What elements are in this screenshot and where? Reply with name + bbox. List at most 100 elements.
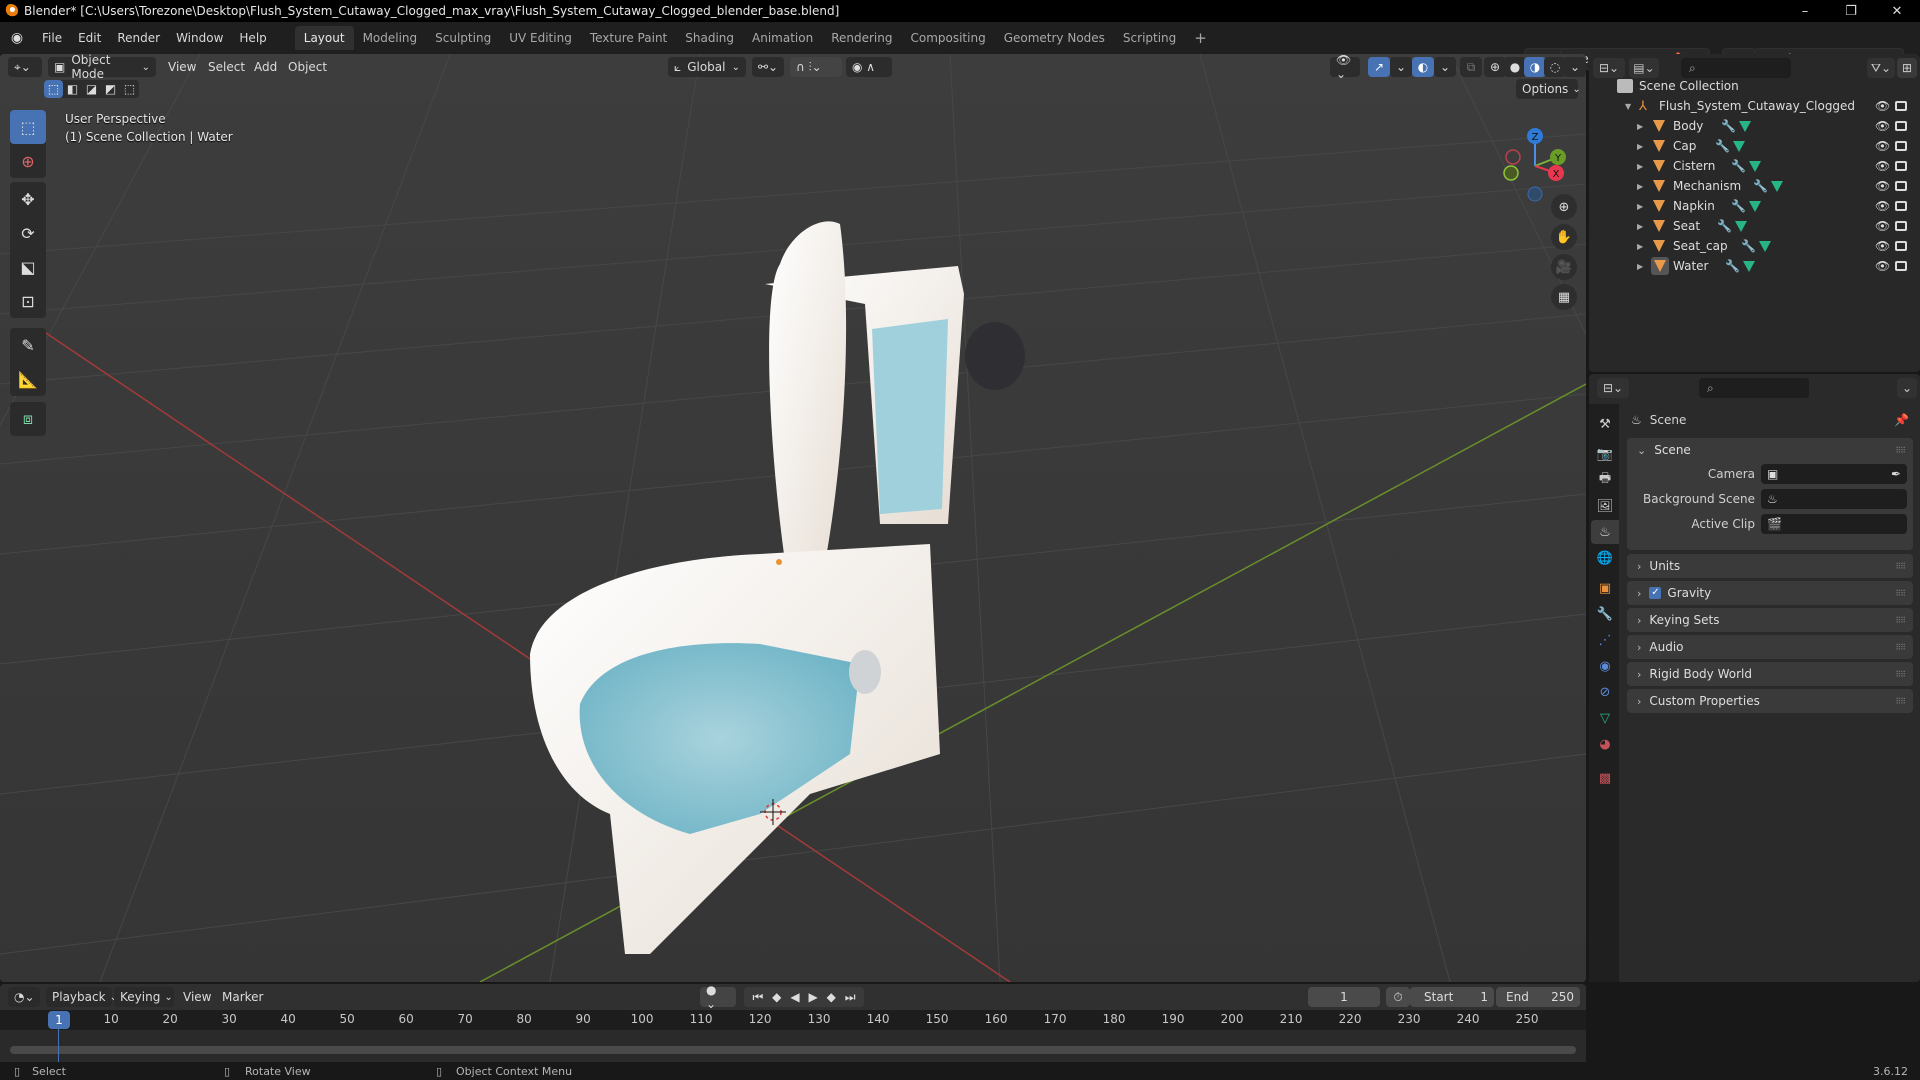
modifier-icon[interactable]: 🔧 <box>1725 259 1740 273</box>
mode-selector[interactable]: ▣ Object Mode ⌄ <box>48 54 156 81</box>
modifier-icon[interactable]: 🔧 <box>1741 239 1756 253</box>
keying-sets-panel[interactable]: › Keying Sets ⠿⠿ <box>1627 608 1913 632</box>
tab-animation[interactable]: Animation <box>743 26 822 50</box>
expand-icon[interactable]: ▼ <box>1625 102 1631 111</box>
scene-collection-row[interactable]: Scene Collection <box>1589 76 1920 96</box>
active-clip-field[interactable]: 🎬 <box>1761 514 1907 534</box>
menu-window[interactable]: Window <box>168 27 231 49</box>
zoom-view-icon[interactable]: ⊕ <box>1551 194 1577 220</box>
tool-tab-icon[interactable]: ⚒ <box>1593 412 1617 436</box>
add-workspace-button[interactable]: + <box>1185 26 1216 50</box>
select-new-icon[interactable]: ⬚ <box>44 80 63 98</box>
tab-shading[interactable]: Shading <box>676 26 743 50</box>
eye-icon[interactable]: 👁 <box>1875 99 1890 113</box>
drag-handle-icon[interactable]: ⠿⠿ <box>1895 643 1906 652</box>
properties-editor-type[interactable]: ⊟⌄ <box>1597 378 1629 398</box>
prev-keyframe-icon[interactable]: ◆ <box>772 990 781 1004</box>
audio-panel[interactable]: › Audio ⠿⠿ <box>1627 635 1913 659</box>
end-frame-field[interactable]: End 250 <box>1496 987 1580 1007</box>
drag-handle-icon[interactable]: ⠿⠿ <box>1895 562 1906 571</box>
xray-toggle[interactable]: ⧉ <box>1460 57 1482 77</box>
tab-texture-paint[interactable]: Texture Paint <box>581 26 676 50</box>
eye-icon[interactable]: 👁 <box>1875 139 1890 153</box>
data-tab-icon[interactable]: ▽ <box>1593 706 1617 730</box>
move-tool-icon[interactable]: ✥ <box>10 182 46 216</box>
tab-uv-editing[interactable]: UV Editing <box>500 26 581 50</box>
expand-icon[interactable]: ▶ <box>1637 242 1643 251</box>
gizmo-dropdown[interactable]: ⌄ <box>1390 57 1412 77</box>
expand-icon[interactable]: ▶ <box>1637 162 1643 171</box>
editor-type-button[interactable]: ⌖⌄ <box>8 57 42 77</box>
eye-icon[interactable]: 👁 <box>1875 199 1890 213</box>
camera-icon[interactable] <box>1895 261 1907 271</box>
proportional-editing-button[interactable]: ◉ ∧ <box>846 57 892 77</box>
select-intersect-icon[interactable]: ⬚ <box>120 80 139 98</box>
blender-menu-icon[interactable]: ◉ <box>0 30 34 46</box>
gizmo-toggle[interactable]: ↗ <box>1368 57 1390 77</box>
outliner-search-input[interactable]: ⌕ <box>1681 58 1791 78</box>
snap-toggle[interactable]: ∩ ⫶⌄ <box>790 57 842 77</box>
particles-tab-icon[interactable]: ⋰ <box>1593 628 1617 652</box>
timeline-editor-type[interactable]: ◔⌄ <box>8 987 40 1007</box>
eye-icon[interactable]: 👁 <box>1875 259 1890 273</box>
menu-render[interactable]: Render <box>109 27 168 49</box>
shading-dropdown[interactable]: ⌄ <box>1564 57 1586 77</box>
wireframe-shading-button[interactable]: ⊕ <box>1484 57 1506 77</box>
navigation-gizmo[interactable]: Z Y X <box>1496 114 1576 204</box>
maximize-button[interactable]: ❐ <box>1828 0 1874 22</box>
modifier-icon[interactable]: 🔧 <box>1731 159 1746 173</box>
eye-icon[interactable]: 👁 <box>1875 159 1890 173</box>
auto-keying-toggle[interactable]: ● ⌄ <box>700 983 736 1011</box>
custom-properties-panel[interactable]: › Custom Properties ⠿⠿ <box>1627 689 1913 713</box>
timeline-body[interactable] <box>0 1030 1586 1062</box>
tab-rendering[interactable]: Rendering <box>822 26 901 50</box>
eye-icon[interactable]: 👁 <box>1875 179 1890 193</box>
outliner-item[interactable]: ▶ Seat 🔧 👁 <box>1589 216 1920 236</box>
menu-add[interactable]: Add <box>254 57 277 77</box>
3d-viewport[interactable]: ⌖⌄ ▣ Object Mode ⌄ View Select Add Objec… <box>0 54 1586 982</box>
eye-icon[interactable]: 👁 <box>1875 219 1890 233</box>
material-preview-button[interactable]: ◑ <box>1524 57 1546 77</box>
outliner-item[interactable]: ▶ Cistern 🔧 👁 <box>1589 156 1920 176</box>
drag-handle-icon[interactable]: ⠿⠿ <box>1895 697 1906 706</box>
expand-icon[interactable]: ▶ <box>1637 142 1643 151</box>
camera-icon[interactable] <box>1895 181 1907 191</box>
drag-handle-icon[interactable]: ⠿⠿ <box>1895 446 1906 455</box>
add-cube-tool-icon[interactable]: ⧈ <box>10 402 46 436</box>
mesh-data-icon[interactable] <box>1735 220 1747 232</box>
play-icon[interactable]: ▶ <box>808 990 817 1004</box>
mesh-data-icon[interactable] <box>1749 160 1761 172</box>
collection-row[interactable]: ▼ ⅄ Flush_System_Cutaway_Clogged 👁 <box>1589 96 1920 116</box>
toggle-ortho-icon[interactable]: ▦ <box>1551 284 1577 310</box>
jump-end-icon[interactable]: ⏭ <box>845 990 856 1005</box>
render-tab-icon[interactable]: 📷 <box>1593 442 1617 466</box>
rotate-tool-icon[interactable]: ⟳ <box>10 216 46 250</box>
camera-icon[interactable] <box>1895 241 1907 251</box>
expand-icon[interactable]: ▶ <box>1637 202 1643 211</box>
outliner-item[interactable]: ▶ Mechanism 🔧 👁 <box>1589 176 1920 196</box>
menu-object[interactable]: Object <box>288 57 327 77</box>
properties-options-dropdown[interactable]: ⌄ <box>1897 378 1917 398</box>
camera-icon[interactable] <box>1895 141 1907 151</box>
select-box-tool-icon[interactable]: ⬚ <box>10 110 46 144</box>
close-button[interactable]: ✕ <box>1874 0 1920 22</box>
modifier-tab-icon[interactable]: 🔧 <box>1593 602 1617 626</box>
drag-handle-icon[interactable]: ⠿⠿ <box>1895 589 1906 598</box>
outliner-item[interactable]: ▶ Cap 🔧 👁 <box>1589 136 1920 156</box>
mesh-data-icon[interactable] <box>1743 260 1755 272</box>
units-panel[interactable]: › Units ⠿⠿ <box>1627 554 1913 578</box>
output-tab-icon[interactable]: 🖶 <box>1593 468 1617 492</box>
current-frame-marker[interactable]: 1 <box>48 1011 70 1029</box>
camera-icon[interactable] <box>1895 201 1907 211</box>
modifier-icon[interactable]: 🔧 <box>1717 219 1732 233</box>
properties-search-input[interactable]: ⌕ <box>1699 378 1809 398</box>
start-frame-field[interactable]: Start 1 <box>1410 987 1494 1007</box>
tab-geometry-nodes[interactable]: Geometry Nodes <box>995 26 1114 50</box>
minimize-button[interactable]: – <box>1782 0 1828 22</box>
annotate-tool-icon[interactable]: ✎ <box>10 328 46 362</box>
timeline-view-menu[interactable]: View <box>183 987 211 1007</box>
pivot-point-button[interactable]: ⚯⌄ <box>752 57 784 77</box>
eyedropper-icon[interactable]: ✒ <box>1891 467 1901 481</box>
outliner-item[interactable]: ▶ Body 🔧 👁 <box>1589 116 1920 136</box>
menu-view[interactable]: View <box>168 57 196 77</box>
